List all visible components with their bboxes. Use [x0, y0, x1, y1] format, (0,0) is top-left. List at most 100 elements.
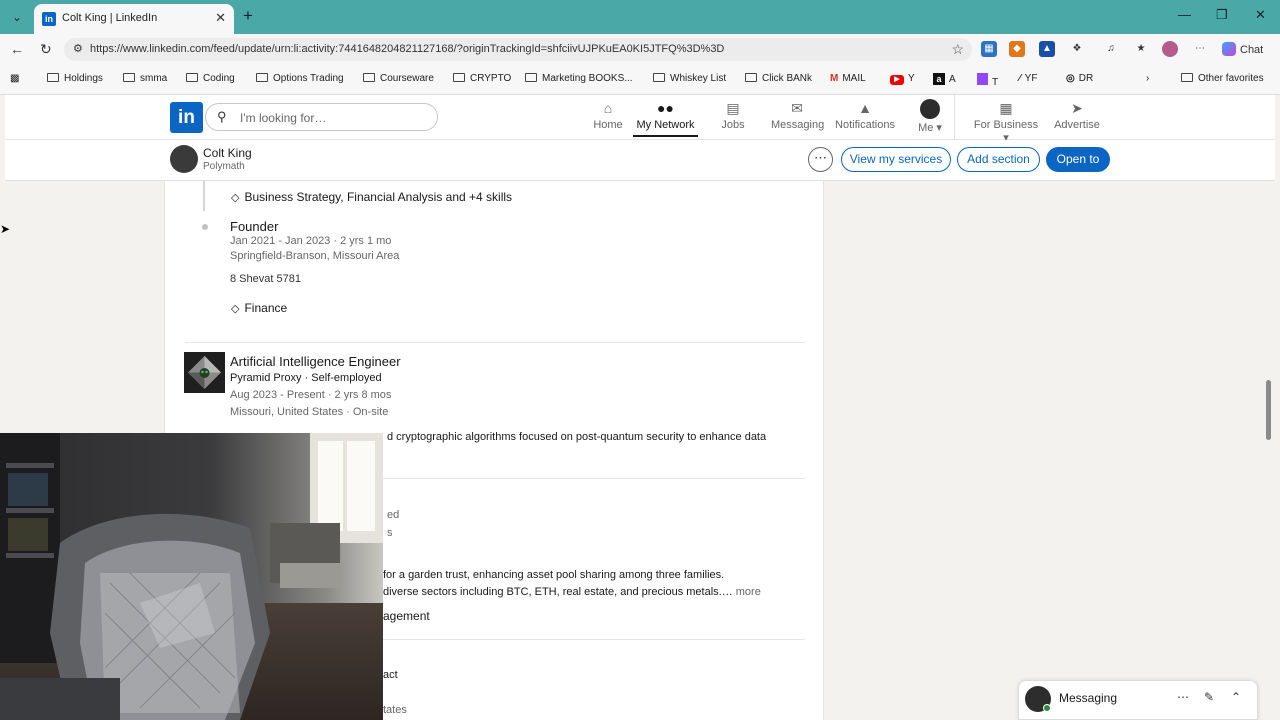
bookmark-youtube[interactable]: ▶ Y — [890, 73, 915, 85]
skills-summary[interactable]: ◇ Business Strategy, Financial Analysis a… — [231, 190, 512, 204]
browser-tab[interactable]: in Colt King | LinkedIn ✕ — [34, 4, 234, 34]
position-description: d cryptographic algorithms focused on po… — [387, 431, 767, 443]
refresh-icon[interactable]: ↻ — [40, 41, 52, 58]
more-actions-button[interactable]: ⋯ — [808, 147, 833, 172]
browser-tab-bar: ⌄ in Colt King | LinkedIn ✕ + — ❐ ✕ — [0, 0, 1280, 34]
extension-puzzle-icon[interactable]: ❖ — [1069, 41, 1085, 57]
minimize-button[interactable]: — — [1178, 7, 1191, 22]
chevron-up-icon[interactable]: ⌃ — [1231, 690, 1241, 704]
reading-list-icon[interactable]: ▩ — [10, 73, 19, 84]
nav-home[interactable]: ⌂ Home — [583, 99, 633, 131]
restore-button[interactable]: ❐ — [1216, 7, 1228, 23]
nav-messaging[interactable]: ✉ Messaging — [771, 99, 824, 131]
messaging-dock[interactable]: Messaging ⋯ ✎ ⌃ — [1018, 680, 1258, 720]
network-icon: ●● — [657, 100, 674, 116]
page-scrollbar-thumb[interactable] — [1266, 380, 1271, 440]
pyramid-proxy-logo[interactable] — [184, 352, 225, 393]
bookmark-marketing-books[interactable]: Marketing BOOKS... — [525, 73, 633, 84]
bookmark-coding[interactable]: Coding — [186, 73, 235, 84]
close-tab-icon[interactable]: ✕ — [215, 10, 226, 26]
search-box[interactable]: ⚲ I'm looking for… — [205, 103, 438, 131]
search-icon: ⚲ — [217, 109, 227, 124]
extension-metamask-icon[interactable]: ◆ — [1009, 41, 1025, 57]
profile-avatar[interactable] — [170, 145, 198, 173]
extension-shield-icon[interactable]: ▲ — [1039, 41, 1055, 57]
bookmark-mail[interactable]: M MAIL — [830, 73, 866, 84]
open-to-button[interactable]: Open to — [1046, 147, 1110, 172]
nav-for-business[interactable]: ▦ For Business ▾ — [972, 99, 1040, 144]
messaging-options-icon[interactable]: ⋯ — [1177, 690, 1189, 704]
timeline-line — [203, 181, 205, 211]
youtube-icon: ▶ — [890, 75, 904, 85]
nav-notifications[interactable]: ▲ Notifications — [832, 99, 898, 131]
webcam-video-frame — [0, 433, 383, 720]
bookmark-holdings[interactable]: Holdings — [47, 73, 103, 84]
folder-icon — [256, 73, 268, 82]
bookmark-smma[interactable]: smma — [123, 73, 167, 84]
position-location: Missouri, United States · On-site — [230, 406, 389, 418]
position-description: for a garden trust, enhancing asset pool… — [383, 569, 725, 581]
site-info-icon[interactable]: ⚙ — [73, 42, 83, 55]
folder-icon — [453, 73, 465, 82]
text-fragment: ed — [387, 509, 400, 521]
browser-menu-icon[interactable]: ⋯ — [1192, 41, 1208, 57]
nav-my-network[interactable]: ●● My Network — [633, 99, 698, 137]
divider — [185, 342, 805, 343]
bookmark-yf[interactable]: ⁄ YF — [1019, 73, 1037, 84]
position-title[interactable]: Artificial Intelligence Engineer — [230, 354, 401, 369]
bookmark-whiskey-list[interactable]: Whiskey List — [653, 73, 726, 84]
search-placeholder: I'm looking for… — [240, 111, 327, 125]
add-section-button[interactable]: Add section — [957, 147, 1040, 172]
text-fragment: tates — [383, 704, 407, 716]
bookmark-other-favorites[interactable]: Other favorites — [1181, 73, 1264, 84]
position-company: Pyramid Proxy · Self-employed — [230, 372, 382, 384]
position-skills[interactable]: ◇ Finance — [231, 301, 287, 315]
folder-icon — [47, 73, 59, 82]
online-status-indicator — [1043, 704, 1051, 712]
view-my-services-button[interactable]: View my services — [841, 147, 951, 172]
linkedin-global-nav: in ⚲ I'm looking for… ⌂ Home ●● My Netwo… — [5, 95, 1275, 144]
tab-actions-menu[interactable]: ⌄ — [6, 7, 28, 27]
bookmark-options-trading[interactable]: Options Trading — [256, 73, 344, 84]
back-icon[interactable]: ← — [10, 41, 24, 57]
bookmark-dr[interactable]: ◎ DR — [1066, 73, 1093, 84]
bookmarks-overflow-icon[interactable]: › — [1146, 73, 1149, 84]
bookmark-click-bank[interactable]: Click BANk — [745, 73, 812, 84]
bookmark-amazon[interactable]: aA — [933, 73, 956, 85]
media-control-icon[interactable]: ♫ — [1103, 41, 1119, 57]
bookmark-crypto[interactable]: CRYPTO — [453, 73, 511, 84]
url-field[interactable]: ⚙ https://www.linkedin.com/feed/update/u… — [64, 38, 972, 61]
profile-avatar[interactable] — [1162, 41, 1178, 57]
position-description: diverse sectors including BTC, ETH, real… — [383, 586, 761, 598]
amazon-icon: a — [933, 73, 945, 85]
folder-icon — [363, 73, 375, 82]
position-title: Founder — [230, 219, 279, 234]
copilot-icon — [1222, 42, 1236, 56]
close-window-button[interactable]: ✕ — [1255, 7, 1266, 23]
timeline-dot — [202, 224, 208, 230]
folder-icon — [653, 73, 665, 82]
nav-jobs[interactable]: ▤ Jobs — [713, 99, 753, 131]
tab-title: Colt King | LinkedIn — [62, 12, 158, 24]
advertise-icon: ➤ — [1071, 100, 1083, 116]
new-tab-button[interactable]: + — [243, 6, 253, 26]
nav-me[interactable]: Me ▾ — [913, 99, 947, 134]
slash-icon: ⁄ — [1019, 73, 1021, 84]
copilot-chat-button[interactable]: Chat — [1222, 42, 1263, 56]
bookmark-courseware[interactable]: Courseware — [363, 73, 434, 84]
position-skills[interactable]: agement — [383, 609, 430, 623]
compose-message-icon[interactable]: ✎ — [1204, 690, 1214, 704]
webcam-overlay — [0, 433, 383, 720]
see-more-link[interactable]: more — [736, 586, 761, 598]
bookmark-twitch[interactable]: T — [977, 73, 998, 88]
linkedin-logo[interactable]: in — [170, 102, 203, 133]
extension-calendar-icon[interactable]: ▦ — [981, 41, 997, 57]
favorites-icon[interactable]: ★ — [1133, 41, 1149, 57]
folder-icon — [1181, 73, 1193, 82]
nav-advertise[interactable]: ➤ Advertise — [1053, 99, 1101, 131]
me-avatar — [920, 99, 940, 119]
text-fragment: s — [387, 527, 393, 539]
home-icon: ⌂ — [603, 100, 613, 116]
folder-icon — [745, 73, 757, 82]
favorite-star-icon[interactable]: ☆ — [951, 41, 964, 58]
